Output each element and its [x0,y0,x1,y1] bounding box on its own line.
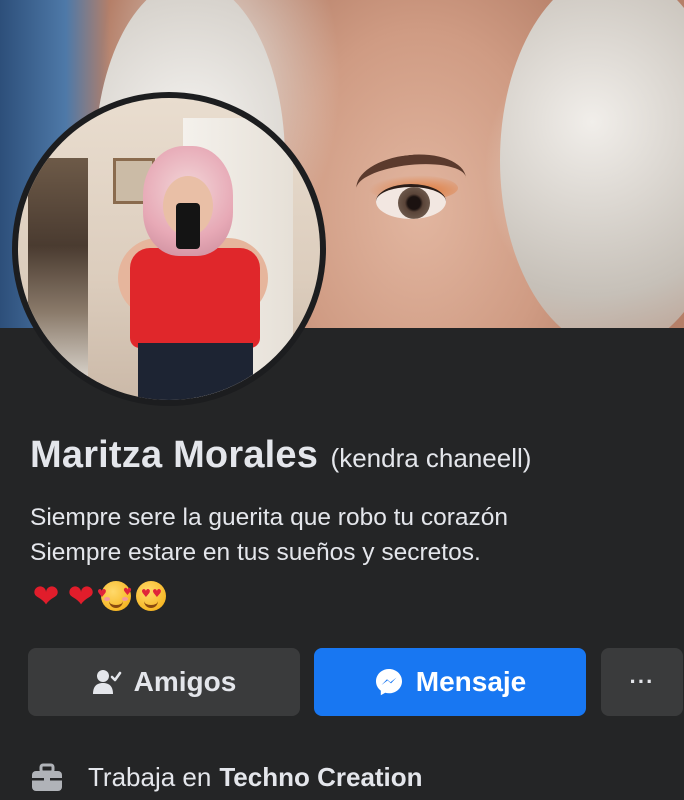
bio-emojis: ❤ ❤ ♥ ♥ ♥ ♥ [30,580,167,612]
cover-iris [398,187,430,219]
smiling-face-with-hearts-icon: ♥ ♥ [97,580,132,612]
friends-button[interactable]: Amigos [28,648,300,716]
more-dots-icon: ··· [629,669,655,694]
bio-line: Siempre estare en tus sueños y secretos. [30,539,481,566]
work-company[interactable]: Techno Creation [219,762,422,793]
profile-info-section: Maritza Morales (kendra chaneell) Siempr… [0,328,684,800]
cover-hair-right [500,0,684,328]
cover-eye [376,184,446,219]
briefcase-icon [32,763,62,791]
person-check-icon [92,670,121,694]
profile-bio: Siempre sere la guerita que robo tu cora… [30,500,508,570]
friends-button-label: Amigos [133,666,237,697]
red-heart-icon: ❤ [32,577,60,615]
message-button-label: Mensaje [415,666,527,697]
avatar-phone [176,203,200,249]
bio-line: Siempre sere la guerita que robo tu cora… [30,504,509,531]
profile-name: Maritza Morales [30,434,319,476]
more-options-button[interactable]: ··· [601,648,683,716]
heart-eyes-face-icon: ♥ ♥ [135,580,167,612]
messenger-icon [375,669,402,696]
profile-alternate-name: (kendra chaneell) [330,443,532,473]
work-info-row[interactable]: Trabaja en Techno Creation [30,762,423,793]
red-heart-icon: ❤ [67,577,95,615]
message-button[interactable]: Mensaje [314,648,586,716]
profile-name-row: Maritza Morales (kendra chaneell) [30,434,531,477]
work-prefix: Trabaja en [88,762,212,792]
